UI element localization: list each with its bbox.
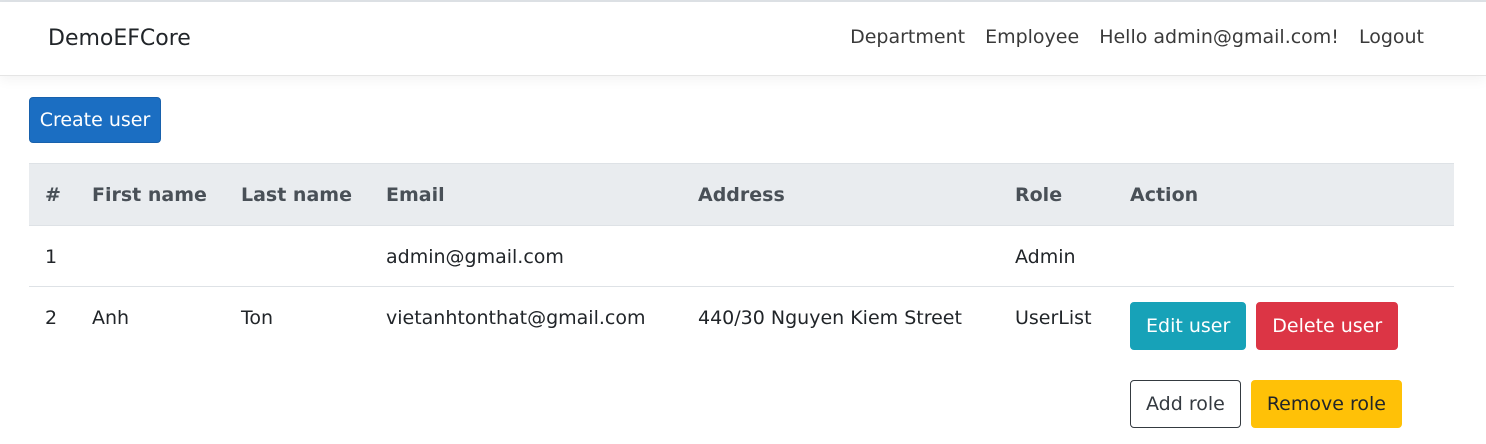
navbar: DemoEFCore Department Employee Hello adm… <box>0 2 1486 76</box>
cell-action <box>1114 225 1454 287</box>
edit-user-button[interactable]: Edit user <box>1130 302 1247 350</box>
nav-links: Department Employee Hello admin@gmail.co… <box>850 26 1424 48</box>
nav-link-hello-user[interactable]: Hello admin@gmail.com! <box>1099 26 1339 48</box>
column-header-action: Action <box>1114 163 1454 226</box>
column-header-last-name: Last name <box>225 163 370 226</box>
cell-action: Edit user Delete user Add role Remove ro… <box>1114 287 1454 428</box>
column-header-first-name: First name <box>76 163 225 226</box>
cell-first-name <box>76 225 225 287</box>
column-header-address: Address <box>682 163 999 226</box>
cell-index: 1 <box>29 225 76 287</box>
nav-link-logout[interactable]: Logout <box>1359 26 1424 48</box>
table-header: # First name Last name Email Address Rol… <box>29 163 1454 226</box>
cell-last-name: Ton <box>241 307 274 329</box>
column-header-email: Email <box>370 163 682 226</box>
nav-link-department[interactable]: Department <box>850 26 965 48</box>
cell-address: 440/30 Nguyen Kiem Street <box>698 307 962 329</box>
row-actions: Edit user Delete user Add role Remove ro… <box>1130 302 1402 428</box>
table-row: 1 admin@gmail.com Admin <box>29 225 1454 287</box>
table-row: 2 Anh Ton vietanhtonthat@gmail.com 440/3… <box>29 287 1454 428</box>
column-header-role: Role <box>999 163 1114 226</box>
nav-link-employee[interactable]: Employee <box>985 26 1079 48</box>
actions-row-primary: Edit user Delete user <box>1130 302 1399 350</box>
cell-address <box>682 225 999 287</box>
add-role-button[interactable]: Add role <box>1130 380 1241 428</box>
create-user-button[interactable]: Create user <box>29 97 161 143</box>
cell-last-name <box>225 225 370 287</box>
brand-link[interactable]: DemoEFCore <box>48 26 191 51</box>
cell-email: admin@gmail.com <box>370 225 682 287</box>
cell-role: UserList <box>1015 307 1092 329</box>
column-header-index: # <box>29 163 76 226</box>
users-table: # First name Last name Email Address Rol… <box>29 163 1454 428</box>
cell-index: 2 <box>45 307 58 329</box>
actions-row-roles: Add role Remove role <box>1130 380 1402 428</box>
delete-user-button[interactable]: Delete user <box>1256 302 1399 350</box>
cell-first-name: Anh <box>92 307 130 329</box>
cell-role: Admin <box>999 225 1114 287</box>
cell-email: vietanhtonthat@gmail.com <box>386 307 646 329</box>
remove-role-button[interactable]: Remove role <box>1250 380 1402 428</box>
